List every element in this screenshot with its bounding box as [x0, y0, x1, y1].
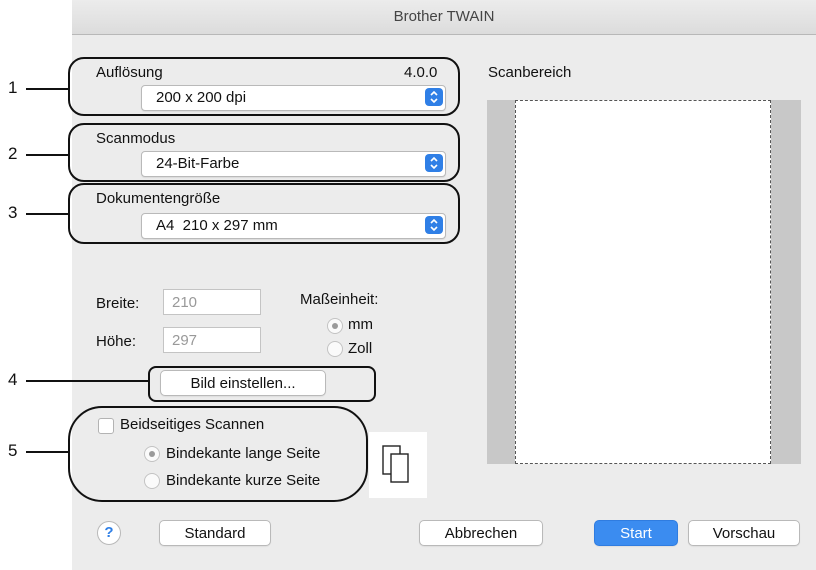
callout-line-2	[26, 154, 68, 156]
chevron-updown-icon	[425, 216, 443, 234]
docsize-label: Dokumentengröße	[96, 190, 221, 207]
chevron-updown-icon	[425, 88, 443, 106]
short-edge-radio[interactable]	[144, 473, 160, 489]
adjust-image-button[interactable]: Bild einstellen...	[160, 370, 326, 396]
standard-button[interactable]: Standard	[159, 520, 271, 546]
unit-label: Maßeinheit:	[300, 291, 379, 308]
callout-number-1: 1	[8, 78, 18, 97]
duplex-checkbox[interactable]	[98, 418, 114, 434]
window-title: Brother TWAIN	[393, 8, 495, 25]
start-button[interactable]: Start	[594, 520, 678, 546]
callout-number-5: 5	[8, 441, 18, 460]
scanmode-label: Scanmodus	[96, 130, 176, 147]
callout-line-1	[26, 88, 68, 90]
callout-line-4	[26, 380, 148, 382]
unit-zoll-radio[interactable]	[327, 341, 343, 357]
scanmode-value: 24-Bit-Farbe	[156, 155, 240, 172]
duplex-label: Beidseitiges Scannen	[120, 416, 265, 433]
short-edge-label: Bindekante kurze Seite	[166, 472, 321, 489]
preview-button[interactable]: Vorschau	[688, 520, 800, 546]
callout-line-5	[26, 451, 68, 453]
height-field[interactable]: 297	[163, 327, 261, 353]
height-label: Höhe:	[96, 333, 137, 350]
duplex-pages-icon	[369, 432, 427, 498]
scan-area-label: Scanbereich	[488, 64, 572, 81]
scanmode-select[interactable]: 24-Bit-Farbe	[141, 151, 446, 177]
callout-line-3	[26, 213, 68, 215]
callout-number-4: 4	[8, 370, 18, 389]
width-label: Breite:	[96, 295, 140, 312]
help-button[interactable]: ?	[97, 521, 121, 545]
long-edge-radio[interactable]	[144, 446, 160, 462]
resolution-value: 200 x 200 dpi	[156, 89, 247, 106]
unit-zoll-label: Zoll	[348, 340, 373, 357]
width-field[interactable]: 210	[163, 289, 261, 315]
version-label: 4.0.0	[404, 64, 438, 81]
scan-area-preview[interactable]	[487, 100, 801, 464]
docsize-value: A4 210 x 297 mm	[156, 217, 278, 234]
chevron-updown-icon	[425, 154, 443, 172]
unit-mm-radio[interactable]	[327, 318, 343, 334]
docsize-select[interactable]: A4 210 x 297 mm	[141, 213, 446, 239]
cancel-button[interactable]: Abbrechen	[419, 520, 543, 546]
unit-mm-label: mm	[348, 316, 373, 333]
scan-selection-rect[interactable]	[515, 100, 771, 464]
callout-number-2: 2	[8, 144, 18, 163]
long-edge-label: Bindekante lange Seite	[166, 445, 321, 462]
resolution-select[interactable]: 200 x 200 dpi	[141, 85, 446, 111]
callout-number-3: 3	[8, 203, 18, 222]
resolution-label: Auflösung	[96, 64, 163, 81]
